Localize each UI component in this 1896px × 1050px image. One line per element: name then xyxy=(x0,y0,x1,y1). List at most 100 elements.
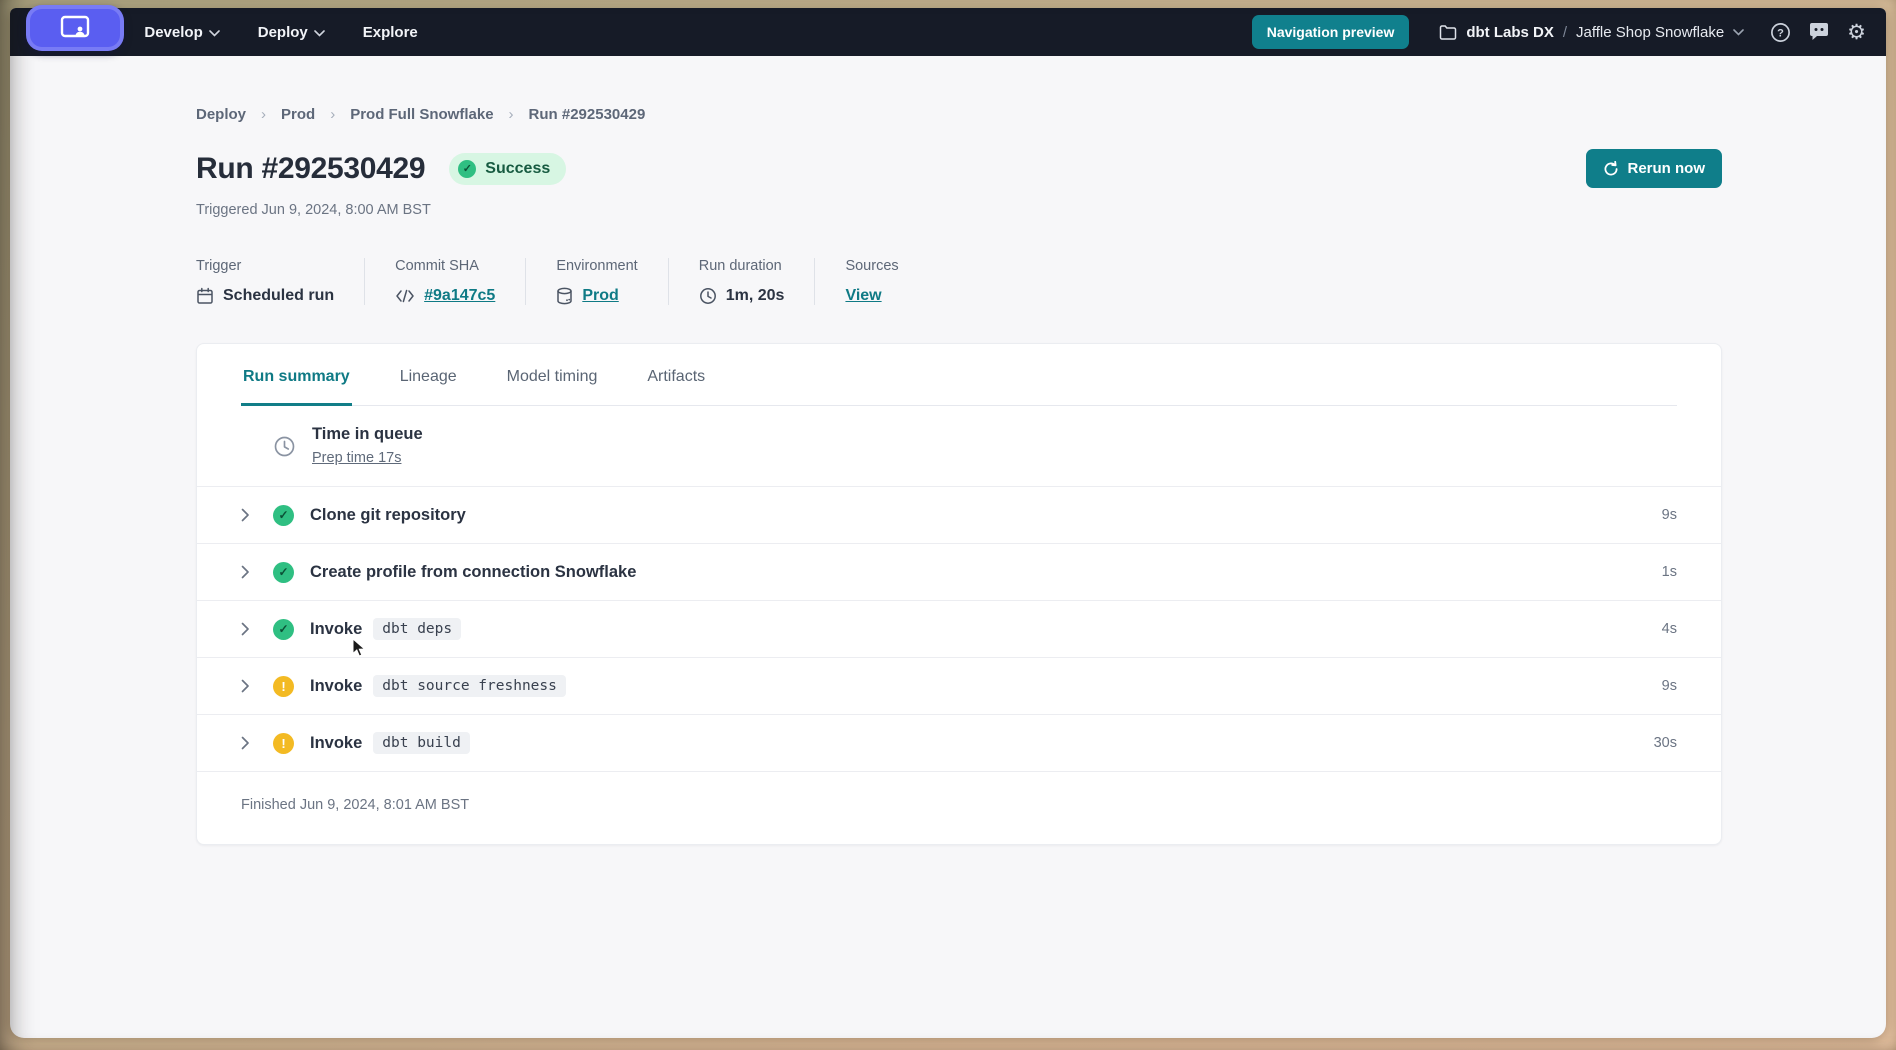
success-check-icon xyxy=(458,160,476,178)
meta-label: Trigger xyxy=(196,258,334,274)
help-icon[interactable]: ? xyxy=(1770,22,1791,43)
meta-value[interactable]: View xyxy=(845,287,881,305)
account-project-switcher[interactable]: dbt Labs DX / Jaffle Shop Snowflake xyxy=(1439,24,1744,41)
database-icon xyxy=(556,287,573,305)
run-step-row[interactable]: Create profile from connection Snowflake… xyxy=(197,544,1721,601)
meta-item: Run duration 1m, 20s xyxy=(668,258,815,305)
chevron-right-icon[interactable] xyxy=(241,679,259,693)
step-duration: 1s xyxy=(1662,564,1677,580)
meta-icon xyxy=(395,289,415,303)
chevron-right-icon[interactable] xyxy=(241,565,259,579)
breadcrumb-item[interactable]: Run #292530429 xyxy=(494,106,646,123)
project-name: Jaffle Shop Snowflake xyxy=(1576,24,1724,41)
meta-label: Sources xyxy=(845,258,898,274)
navigation-preview-button[interactable]: Navigation preview xyxy=(1252,15,1410,49)
run-step-row[interactable]: Invoke dbt build 30s xyxy=(197,715,1721,772)
calendar-icon xyxy=(196,287,214,305)
tab[interactable]: Run summary xyxy=(241,368,352,406)
chevron-right-icon[interactable] xyxy=(241,736,259,750)
chevron-right-icon[interactable] xyxy=(241,622,259,636)
meta-item: Environment Prod xyxy=(525,258,667,305)
run-step-row[interactable]: Invoke dbt source freshness 9s xyxy=(197,658,1721,715)
step-duration: 9s xyxy=(1662,678,1677,694)
main-content: Deploy Prod Prod Full Snowflake Run #292… xyxy=(196,56,1722,845)
meta-value[interactable]: Prod xyxy=(582,287,618,305)
step-status-icon xyxy=(273,619,294,640)
queue-clock-icon xyxy=(273,435,296,458)
nav-item[interactable]: Develop xyxy=(144,24,219,41)
finished-timestamp: Finished Jun 9, 2024, 8:01 AM BST xyxy=(197,772,1721,844)
svg-text:?: ? xyxy=(1777,27,1784,39)
screen-with-person-icon xyxy=(60,15,90,41)
feedback-icon[interactable] xyxy=(1808,22,1830,42)
run-meta-strip: Trigger Scheduled run Commit SHA xyxy=(196,258,1722,305)
nav-item[interactable]: Explore xyxy=(363,24,418,41)
breadcrumb-item[interactable]: Deploy xyxy=(196,106,246,123)
triggered-timestamp: Triggered Jun 9, 2024, 8:00 AM BST xyxy=(196,202,1722,218)
meta-value[interactable]: 1m, 20s xyxy=(726,287,785,305)
meta-icon xyxy=(196,287,214,305)
meta-label: Run duration xyxy=(699,258,785,274)
meta-value[interactable]: #9a147c5 xyxy=(424,287,495,305)
clock-icon xyxy=(699,287,717,305)
navbar-utility-icons: ? ⚙ xyxy=(1770,22,1866,43)
status-badge-label: Success xyxy=(485,160,550,178)
meta-icon xyxy=(699,287,717,305)
code-icon xyxy=(395,289,415,303)
meta-item: Commit SHA #9a147c5 xyxy=(364,258,525,305)
breadcrumb: Deploy Prod Prod Full Snowflake Run #292… xyxy=(196,106,1722,123)
gear-icon[interactable]: ⚙ xyxy=(1847,22,1866,43)
status-badge: Success xyxy=(449,153,566,185)
meta-item: Sources View xyxy=(814,258,928,305)
rerun-now-label: Rerun now xyxy=(1628,160,1706,177)
breadcrumb-item[interactable]: Prod Full Snowflake xyxy=(315,106,493,123)
step-status-icon xyxy=(273,562,294,583)
nav-item-label: Develop xyxy=(144,24,202,41)
meta-label: Commit SHA xyxy=(395,258,495,274)
step-label: Clone git repository xyxy=(310,506,466,525)
nav-item[interactable]: Deploy xyxy=(258,24,325,41)
step-duration: 9s xyxy=(1662,507,1677,523)
run-step-row[interactable]: Clone git repository 9s xyxy=(197,487,1721,544)
step-command-chip: dbt deps xyxy=(373,618,461,640)
step-label: Create profile from connection Snowflake xyxy=(310,563,636,582)
queue-title: Time in queue xyxy=(312,425,423,444)
meta-value[interactable]: Scheduled run xyxy=(223,287,334,305)
chevron-right-icon[interactable] xyxy=(241,508,259,522)
page-header: Run #292530429 Success Rerun now xyxy=(196,149,1722,188)
step-duration: 4s xyxy=(1662,621,1677,637)
navbar-right: Navigation preview dbt Labs DX / Jaffle … xyxy=(1252,15,1866,49)
prep-time-link[interactable]: Prep time 17s xyxy=(312,450,401,466)
nav-item-label: Deploy xyxy=(258,24,308,41)
time-in-queue-row: Time in queue Prep time 17s xyxy=(197,406,1721,487)
nav-item-label: Explore xyxy=(363,24,418,41)
step-command-chip: dbt build xyxy=(373,732,470,754)
tab[interactable]: Lineage xyxy=(398,368,459,406)
run-summary-card: Run summary Lineage Model timing Artifac… xyxy=(196,343,1722,845)
step-status-icon xyxy=(273,733,294,754)
run-step-row[interactable]: Invoke dbt deps 4s xyxy=(197,601,1721,658)
top-navbar: dbt Develop Deploy Explore xyxy=(10,8,1886,56)
screen-share-indicator[interactable] xyxy=(26,5,124,51)
page-title: Run #292530429 xyxy=(196,152,425,186)
chevron-down-icon xyxy=(314,30,325,37)
chevron-down-icon xyxy=(209,30,220,37)
meta-item: Trigger Scheduled run xyxy=(196,258,364,305)
meta-icon xyxy=(556,287,573,305)
chevron-down-icon xyxy=(1733,29,1744,36)
step-duration: 30s xyxy=(1654,735,1677,751)
account-name: dbt Labs DX xyxy=(1466,24,1554,41)
app-window: dbt Develop Deploy Explore xyxy=(10,8,1886,1038)
meta-label: Environment xyxy=(556,258,637,274)
step-status-icon xyxy=(273,676,294,697)
account-separator: / xyxy=(1563,24,1567,41)
refresh-icon xyxy=(1603,161,1619,177)
rerun-now-button[interactable]: Rerun now xyxy=(1586,149,1723,188)
step-command-chip: dbt source freshness xyxy=(373,675,566,697)
step-label: Invoke xyxy=(310,734,362,753)
tab[interactable]: Model timing xyxy=(505,368,600,406)
step-label: Invoke xyxy=(310,620,362,639)
tab[interactable]: Artifacts xyxy=(645,368,707,406)
step-status-icon xyxy=(273,505,294,526)
breadcrumb-item[interactable]: Prod xyxy=(246,106,315,123)
